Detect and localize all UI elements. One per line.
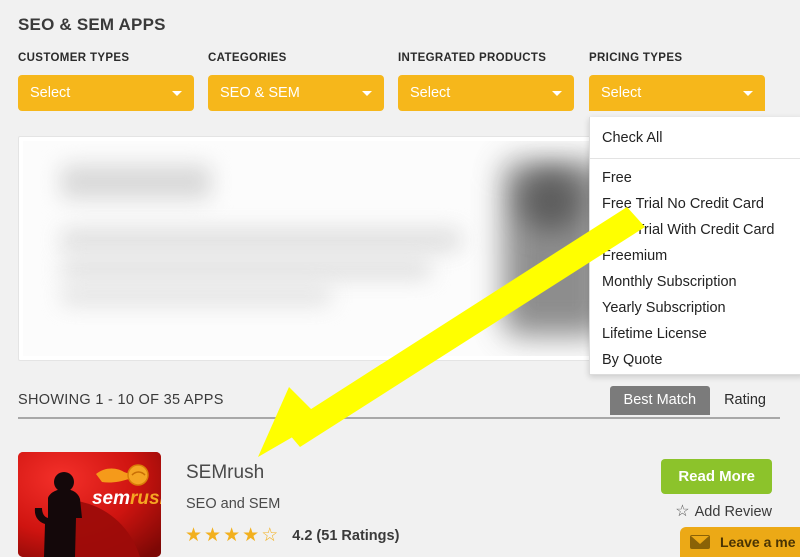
chevron-down-icon bbox=[172, 90, 182, 96]
filter-categories: CATEGORIES SEO & SEM bbox=[208, 52, 384, 111]
svg-text:sem: sem bbox=[92, 488, 130, 509]
pricing-types-dropdown-panel[interactable]: Check All Free Free Trial No Credit Card… bbox=[589, 117, 800, 375]
filter-pricing-types: PRICING TYPES Select bbox=[589, 52, 765, 111]
app-logo-semrush[interactable]: sem rush bbox=[18, 452, 161, 557]
dropdown-item-by-quote[interactable]: By Quote bbox=[590, 347, 800, 373]
filter-select-pricing-types[interactable]: Select bbox=[589, 75, 765, 111]
add-review-link[interactable]: ☆ Add Review bbox=[675, 503, 772, 521]
app-directory-page: SEO & SEM APPS CUSTOMER TYPES Select CAT… bbox=[0, 0, 800, 557]
star-filled-icon: ★ bbox=[185, 525, 203, 546]
dropdown-item-lifetime-license[interactable]: Lifetime License bbox=[590, 321, 800, 347]
dropdown-item-free-trial-with-credit-card[interactable]: Free Trial With Credit Card bbox=[590, 217, 800, 243]
banner-blur-shape bbox=[61, 229, 461, 251]
banner-blur-shape bbox=[61, 165, 211, 199]
filter-select-categories[interactable]: SEO & SEM bbox=[208, 75, 384, 111]
dropdown-item-yearly-subscription[interactable]: Yearly Subscription bbox=[590, 295, 800, 321]
dropdown-item-free-trial-no-credit-card[interactable]: Free Trial No Credit Card bbox=[590, 191, 800, 217]
chevron-down-icon bbox=[362, 90, 372, 96]
results-count: SHOWING 1 - 10 OF 35 APPS bbox=[18, 392, 224, 408]
star-outline-icon: ☆ bbox=[675, 503, 690, 520]
sort-tab-rating[interactable]: Rating bbox=[710, 386, 780, 415]
semrush-logo-artwork: sem rush bbox=[18, 452, 161, 557]
star-filled-icon: ★ bbox=[242, 525, 260, 546]
dropdown-item-check-all[interactable]: Check All bbox=[590, 121, 800, 155]
sort-tab-best-match[interactable]: Best Match bbox=[609, 386, 711, 415]
dropdown-item-monthly-subscription[interactable]: Monthly Subscription bbox=[590, 269, 800, 295]
filter-select-integrated-products[interactable]: Select bbox=[398, 75, 574, 111]
app-title-semrush[interactable]: SEMrush bbox=[186, 462, 264, 484]
filter-bar: CUSTOMER TYPES Select CATEGORIES SEO & S… bbox=[0, 52, 800, 120]
app-rating-semrush: ★ ★ ★ ★ ☆ 4.2 (51 Ratings) bbox=[185, 526, 399, 545]
filter-value-categories: SEO & SEM bbox=[220, 85, 300, 101]
star-rating: ★ ★ ★ ★ ☆ bbox=[185, 526, 278, 545]
filter-integrated-products: INTEGRATED PRODUCTS Select bbox=[398, 52, 574, 111]
filter-label-categories: CATEGORIES bbox=[208, 52, 287, 64]
filter-label-pricing-types: PRICING TYPES bbox=[589, 52, 683, 64]
rating-value-text: 4.2 (51 Ratings) bbox=[292, 527, 400, 544]
star-filled-icon: ★ bbox=[223, 525, 241, 546]
dropdown-item-freemium[interactable]: Freemium bbox=[590, 243, 800, 269]
app-category-semrush: SEO and SEM bbox=[186, 496, 281, 512]
filter-value-customer-types: Select bbox=[30, 85, 71, 101]
envelope-icon bbox=[690, 535, 710, 549]
dropdown-separator bbox=[590, 158, 800, 159]
filter-value-pricing-types: Select bbox=[601, 85, 642, 101]
star-empty-icon: ☆ bbox=[261, 525, 279, 546]
read-more-button[interactable]: Read More bbox=[661, 459, 772, 494]
filter-label-integrated-products: INTEGRATED PRODUCTS bbox=[398, 52, 547, 64]
chevron-down-icon bbox=[743, 90, 753, 96]
chat-widget-label: Leave a me bbox=[720, 534, 796, 550]
dropdown-item-free[interactable]: Free bbox=[590, 165, 800, 191]
banner-blur-shape bbox=[61, 259, 431, 279]
banner-blur-shape bbox=[521, 171, 581, 231]
page-title: SEO & SEM APPS bbox=[18, 15, 166, 34]
results-divider bbox=[18, 417, 780, 419]
chevron-down-icon bbox=[552, 90, 562, 96]
svg-text:rush: rush bbox=[130, 488, 161, 509]
filter-select-customer-types[interactable]: Select bbox=[18, 75, 194, 111]
banner-blur-shape bbox=[61, 287, 331, 305]
filter-label-customer-types: CUSTOMER TYPES bbox=[18, 52, 130, 64]
star-filled-icon: ★ bbox=[204, 525, 222, 546]
filter-customer-types: CUSTOMER TYPES Select bbox=[18, 52, 194, 111]
add-review-label: Add Review bbox=[694, 504, 772, 520]
filter-value-integrated-products: Select bbox=[410, 85, 451, 101]
sort-tabs: Best Match Rating bbox=[609, 386, 780, 415]
leave-a-message-widget[interactable]: Leave a me bbox=[680, 527, 800, 557]
